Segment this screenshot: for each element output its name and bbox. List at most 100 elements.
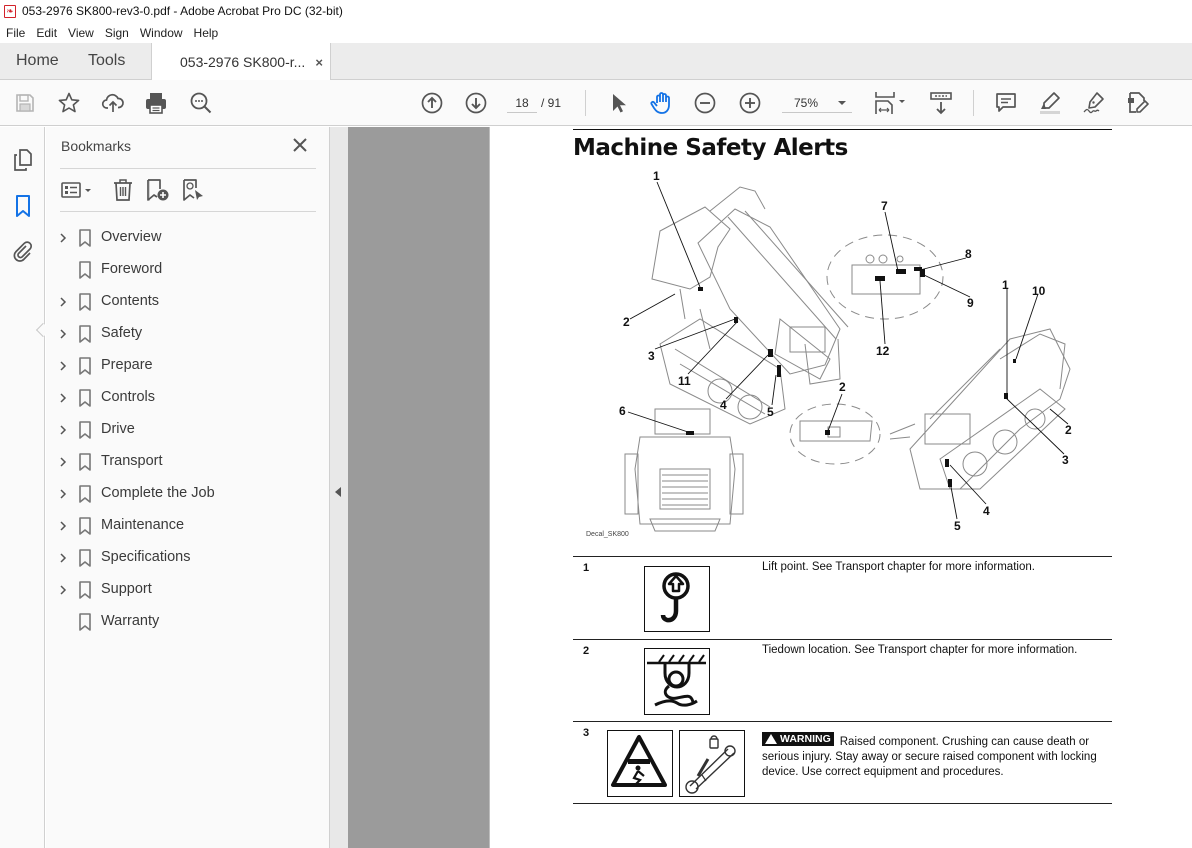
scrolling-mode-icon[interactable] — [928, 90, 954, 116]
bookmark-item[interactable]: Specifications — [46, 542, 330, 574]
edit-pdf-icon[interactable] — [1125, 90, 1151, 116]
bookmark-list: Overview Foreword Contents Safety Prepare Con… — [46, 222, 330, 638]
bookmark-label: Foreword — [101, 261, 163, 277]
acrobat-icon: ❧ — [4, 4, 16, 18]
menu-help[interactable]: Help — [188, 26, 224, 40]
upload-cloud-icon[interactable] — [100, 90, 126, 116]
tab-document[interactable]: 053-2976 SK800-r... × — [151, 43, 331, 81]
chevron-right-icon[interactable] — [58, 488, 68, 500]
bookmark-from-selection-icon[interactable] — [181, 177, 205, 203]
toolbar: 18 / 91 75% — [0, 80, 1192, 126]
zoom-level-value: 75% — [794, 96, 819, 110]
next-page-icon[interactable] — [463, 90, 489, 116]
menu-view[interactable]: View — [62, 26, 99, 40]
callout-label: 1 — [1002, 278, 1009, 292]
bookmark-item[interactable]: Support — [46, 574, 330, 606]
menu-window[interactable]: Window — [134, 26, 188, 40]
menu-file[interactable]: File — [0, 26, 30, 40]
bookmark-label: Controls — [101, 389, 155, 405]
attachments-icon[interactable] — [10, 239, 36, 265]
previous-page-icon[interactable] — [419, 90, 445, 116]
toolbar-divider — [585, 90, 586, 116]
fit-page-icon[interactable] — [873, 90, 909, 116]
callout-label: 11 — [678, 374, 691, 388]
sign-icon[interactable] — [1081, 90, 1107, 116]
bookmark-icon — [79, 293, 91, 311]
page-number-input[interactable]: 18 — [507, 93, 537, 113]
row-description: WARNING Raised component. Crushing can ca… — [762, 732, 1107, 780]
zoom-level-select[interactable]: 75% — [782, 93, 852, 113]
options-menu-icon[interactable] — [60, 177, 96, 203]
chevron-right-icon[interactable] — [58, 584, 68, 596]
machine-view-rear — [624, 408, 744, 532]
highlight-icon[interactable] — [1037, 90, 1063, 116]
select-pointer-icon[interactable] — [605, 90, 631, 116]
callout-label: 8 — [965, 247, 972, 261]
menu-sign[interactable]: Sign — [99, 26, 134, 40]
hand-tool-icon[interactable] — [649, 90, 675, 116]
bookmark-label: Safety — [101, 325, 143, 341]
bookmark-item[interactable]: Foreword — [46, 254, 330, 286]
bookmark-icon — [79, 453, 91, 471]
bookmark-label: Drive — [101, 421, 135, 437]
chevron-right-icon[interactable] — [58, 360, 68, 372]
bookmark-item[interactable]: Drive — [46, 414, 330, 446]
save-icon[interactable] — [12, 90, 38, 116]
bookmark-icon — [79, 485, 91, 503]
row-description: Tiedown location. See Transport chapter … — [762, 644, 1078, 656]
bookmark-item[interactable]: Warranty — [46, 606, 330, 638]
bookmark-icon — [79, 261, 91, 279]
row-description: Lift point. See Transport chapter for mo… — [762, 561, 1035, 573]
page-thumbnails-icon[interactable] — [10, 147, 36, 173]
bookmark-item[interactable]: Transport — [46, 446, 330, 478]
divider — [60, 168, 316, 169]
star-icon[interactable] — [56, 90, 82, 116]
bookmark-item[interactable]: Contents — [46, 286, 330, 318]
bookmark-item[interactable]: Maintenance — [46, 510, 330, 542]
bookmark-item[interactable]: Overview — [46, 222, 330, 254]
bookmark-item[interactable]: Prepare — [46, 350, 330, 382]
divider — [60, 211, 316, 212]
chevron-right-icon[interactable] — [58, 520, 68, 532]
bookmark-icon — [79, 357, 91, 375]
toolbar-divider — [973, 90, 974, 116]
bookmarks-icon[interactable] — [10, 193, 36, 219]
comment-icon[interactable] — [993, 90, 1019, 116]
bookmark-item[interactable]: Controls — [46, 382, 330, 414]
bookmark-icon — [79, 581, 91, 599]
zoom-in-icon[interactable] — [737, 90, 763, 116]
bookmark-label: Support — [101, 581, 152, 597]
tab-home[interactable]: Home — [16, 43, 59, 79]
menu-edit[interactable]: Edit — [30, 26, 62, 40]
figure-caption: Decal_SK800 — [586, 531, 629, 538]
delete-bookmark-icon[interactable] — [112, 177, 134, 203]
document-viewport[interactable]: Machine Safety Alerts 1 2 3 11 4 5 6 7 8… — [348, 127, 1192, 848]
callout-label: 4 — [720, 398, 727, 412]
bookmark-label: Specifications — [101, 549, 191, 565]
warning-badge: WARNING — [762, 732, 834, 746]
callout-label: 2 — [1065, 423, 1072, 437]
callout-label: 12 — [876, 344, 890, 358]
collapse-panel-icon[interactable] — [335, 487, 341, 497]
close-tab-icon[interactable]: × — [315, 55, 323, 70]
chevron-right-icon[interactable] — [58, 392, 68, 404]
chevron-right-icon[interactable] — [58, 296, 68, 308]
table-rule — [573, 721, 1112, 722]
chevron-right-icon[interactable] — [58, 456, 68, 468]
close-panel-icon[interactable] — [291, 136, 309, 154]
panel-splitter[interactable] — [330, 127, 348, 848]
machine-view-right — [889, 328, 1071, 490]
tab-tools[interactable]: Tools — [88, 43, 125, 79]
bookmark-item[interactable]: Complete the Job — [46, 478, 330, 510]
zoom-out-icon[interactable] — [692, 90, 718, 116]
callout-label: 2 — [839, 380, 846, 394]
chevron-right-icon[interactable] — [58, 328, 68, 340]
chevron-right-icon[interactable] — [58, 232, 68, 244]
chevron-right-icon[interactable] — [58, 424, 68, 436]
bookmark-item[interactable]: Safety — [46, 318, 330, 350]
find-text-icon[interactable] — [188, 90, 214, 116]
print-icon[interactable] — [143, 90, 169, 116]
decal-location-figure: 1 2 3 11 4 5 6 7 8 9 12 1 10 2 2 3 4 5 — [619, 169, 1072, 533]
new-bookmark-icon[interactable] — [145, 177, 171, 203]
chevron-right-icon[interactable] — [58, 552, 68, 564]
